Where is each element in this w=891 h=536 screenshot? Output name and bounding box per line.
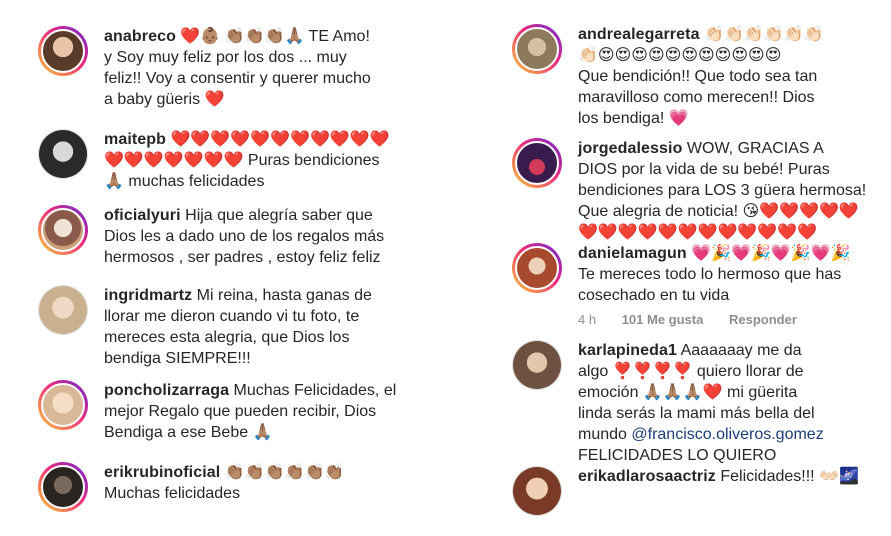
comment-text: a baby güeris ❤️	[104, 91, 225, 108]
comment-text: bendiciones para LOS 3 güera hermosa!	[578, 182, 867, 199]
avatar[interactable]	[512, 466, 562, 516]
avatar[interactable]	[512, 24, 562, 74]
comment-text: bendiga SIEMPRE!!!	[104, 350, 251, 367]
comment-text: los bendiga! 💗	[578, 110, 689, 127]
comment-text: Que alegria de noticia! 😘❤️❤️❤️❤️❤️	[578, 203, 859, 220]
comment-username[interactable]: erikadlarosaactriz	[578, 468, 716, 485]
comment-text: ❤️❤️❤️❤️❤️❤️❤️ Puras bendiciones	[104, 152, 380, 169]
comment-text: maravilloso como merecen!! Dios	[578, 89, 815, 106]
avatar[interactable]	[38, 462, 88, 512]
comment-text: Aaaaaaay me da	[680, 342, 802, 359]
comment-text: mundo	[578, 426, 627, 443]
comment-text: feliz!! Voy a consentir y querer mucho	[104, 70, 371, 87]
avatar[interactable]	[38, 205, 88, 255]
comment-text: 👏🏻😍😍😍😍😍😍😍😍😍😍😍	[578, 47, 782, 64]
comment-text: Muchas Felicidades, el	[233, 382, 397, 399]
comment-text: hermosos , ser padres , estoy feliz feli…	[104, 249, 381, 266]
comment-username[interactable]: oficialyuri	[104, 207, 181, 224]
comment-timestamp: 4 h	[578, 312, 597, 327]
avatar[interactable]	[38, 380, 88, 430]
comment-text: ❤️❤️❤️❤️❤️❤️❤️❤️❤️❤️❤️❤️	[578, 224, 818, 241]
mention-link[interactable]: @francisco.oliveros.gomez	[631, 426, 823, 443]
likes-count[interactable]: 101 Me gusta	[622, 312, 704, 327]
comment-meta: 4 h 101 Me gusta Responder	[578, 312, 868, 328]
comment-text: Dios les a dado uno de los regalos más	[104, 228, 385, 245]
comment-text: mereces esta alegria, que Dios los	[104, 329, 350, 346]
comment-text: cosechado en tu vida	[578, 287, 730, 304]
avatar[interactable]	[512, 243, 562, 293]
comment-text: algo ❣️❣️❣️❣️ quiero llorar de	[578, 363, 804, 380]
comment-username[interactable]: danielamagun	[578, 245, 687, 262]
comment-text: ❤️👶🏽 👏🏽👏🏽👏🏽🙏🏽 TE Amo!	[180, 28, 370, 45]
avatar[interactable]	[38, 26, 88, 76]
comment-username[interactable]: ingridmartz	[104, 287, 192, 304]
comment-text: 💗🎉💗🎉💗🎉💗🎉	[691, 245, 851, 262]
comment-text: Hija que alegría saber que	[185, 207, 373, 224]
comment-username[interactable]: karlapineda1	[578, 342, 677, 359]
comment-text: Bendiga a ese Bebe 🙏🏽	[104, 424, 273, 441]
comment-text: FELICIDADES LO QUIERO	[578, 447, 777, 464]
avatar[interactable]	[38, 285, 88, 335]
comment-text: 🙏🏽 muchas felicidades	[104, 173, 265, 190]
comment-username[interactable]: andrealegarreta	[578, 26, 700, 43]
comment-text: Te mereces todo lo hermoso que has	[578, 266, 842, 283]
avatar[interactable]	[38, 129, 88, 179]
comment-text: linda serás la mami más bella del	[578, 405, 815, 422]
reply-button[interactable]: Responder	[729, 312, 797, 327]
avatar[interactable]	[512, 138, 562, 188]
comment-text: Felicidades!!! 👐🏻🌌	[720, 468, 859, 485]
comment-text: 👏🏻👏🏻👏🏻👏🏻👏🏻👏🏻	[704, 26, 824, 43]
comment-username[interactable]: maitepb	[104, 131, 166, 148]
comment-username[interactable]: anabreco	[104, 28, 176, 45]
comment-text: Mi reina, hasta ganas de	[196, 287, 372, 304]
comment-text: 👏🏽👏🏽👏🏽👏🏽👏🏽👏🏽	[224, 464, 345, 481]
comment-text: Que bendición!! Que todo sea tan	[578, 68, 818, 85]
comment-text: DIOS por la vida de su bebé! Puras	[578, 161, 830, 178]
comment-text: mejor Regalo que pueden recibir, Dios	[104, 403, 377, 420]
comment-text: emoción 🙏🏽🙏🏽🙏🏽❤️ mi güerita	[578, 384, 798, 401]
comment-text: y Soy muy feliz por los dos ... muy	[104, 49, 347, 66]
comment-text: ❤️❤️❤️❤️❤️❤️❤️❤️❤️❤️❤️	[170, 131, 390, 148]
comment-text: Muchas felicidades	[104, 485, 241, 502]
comment-username[interactable]: jorgedalessio	[578, 140, 682, 157]
comment-text: WOW, GRACIAS A	[686, 140, 824, 157]
comment-username[interactable]: poncholizarraga	[104, 382, 229, 399]
comment-text: llorar me dieron cuando vi tu foto, te	[104, 308, 360, 325]
avatar[interactable]	[512, 340, 562, 390]
comment-username[interactable]: erikrubinoficial	[104, 464, 220, 481]
